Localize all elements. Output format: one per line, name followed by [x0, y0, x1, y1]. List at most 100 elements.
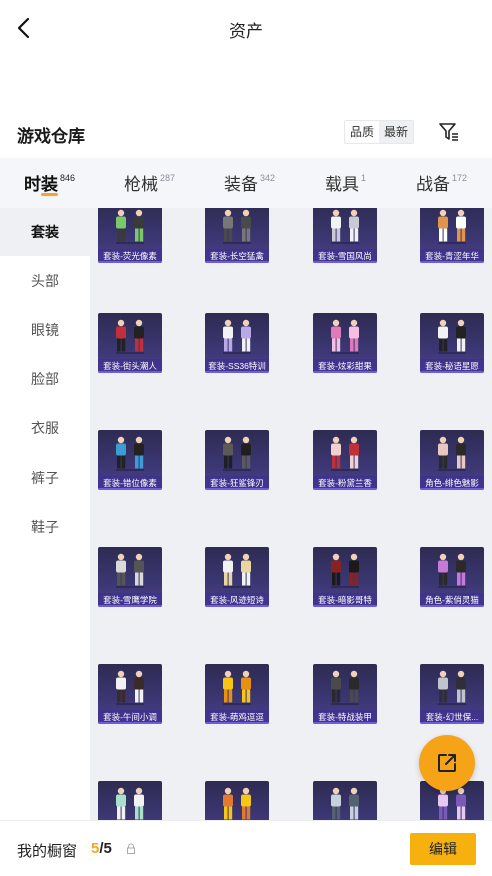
item-card[interactable]: 套装-SS36特训 — [205, 313, 269, 373]
outfit-thumbnail-icon — [331, 209, 359, 244]
item-card[interactable]: 套装-荧光像素 — [98, 208, 162, 263]
filter-icon — [439, 123, 458, 141]
filter-button[interactable] — [437, 120, 461, 144]
rarity-bar — [205, 371, 269, 373]
sidebar-item-pants[interactable]: 裤子 — [0, 454, 90, 502]
item-card[interactable]: 套装-午间小调 — [98, 664, 162, 724]
lock-icon — [127, 843, 135, 854]
tab-label: 战备 — [416, 175, 450, 194]
rarity-bar — [98, 261, 162, 263]
rarity-bar — [420, 371, 484, 373]
rarity-bar — [205, 488, 269, 490]
top-bar: 资产 — [0, 0, 492, 58]
outfit-thumbnail-icon — [223, 209, 251, 244]
rarity-bar — [420, 488, 484, 490]
showcase-label: 我的橱窗 — [17, 843, 78, 860]
tab-count: 1 — [361, 173, 367, 184]
edit-button[interactable]: 编辑 — [410, 833, 476, 865]
item-card[interactable]: 套装-错位像素 — [98, 430, 162, 490]
rarity-bar — [313, 488, 377, 490]
item-card[interactable]: 套装-暗影哥特 — [313, 547, 377, 607]
outfit-thumbnail-icon — [223, 553, 251, 588]
rarity-bar — [98, 722, 162, 724]
showcase-bar: 我的橱窗 5/5 编辑 — [0, 820, 492, 876]
outfit-thumbnail-icon — [331, 436, 359, 471]
share-button[interactable] — [419, 735, 475, 791]
outfit-thumbnail-icon — [116, 787, 144, 820]
outfit-thumbnail-icon — [223, 670, 251, 705]
item-grid: 套装-荧光像素 套装-长空猛禽 套装-雪国风尚 套装-青涩年华套装-街头潮人 套装-SS… — [90, 208, 492, 820]
outfit-thumbnail-icon — [438, 209, 466, 244]
sort-latest-option[interactable]: 最新 — [379, 121, 414, 143]
sort-toggle: 品质 最新 — [344, 120, 415, 144]
outfit-thumbnail-icon — [116, 670, 144, 705]
outfit-thumbnail-icon — [331, 553, 359, 588]
outfit-thumbnail-icon — [438, 553, 466, 588]
showcase-max: 5 — [103, 840, 112, 857]
outfit-thumbnail-icon — [116, 436, 144, 471]
tab-vehicles[interactable]: 载具 1 — [325, 170, 366, 195]
item-card[interactable] — [98, 781, 162, 820]
tab-guns[interactable]: 枪械 287 — [124, 170, 175, 195]
rarity-bar — [98, 371, 162, 373]
item-card[interactable]: 套装-长空猛禽 — [205, 208, 269, 263]
rarity-bar — [98, 605, 162, 607]
tab-fashion[interactable]: 时装 846 — [24, 170, 75, 195]
sidebar-item-shoes[interactable]: 鞋子 — [0, 503, 90, 551]
rarity-bar — [420, 722, 484, 724]
tab-label: 时装 — [24, 175, 58, 194]
item-card[interactable]: 套装-幻世保... — [420, 664, 484, 724]
outfit-thumbnail-icon — [438, 436, 466, 471]
sidebar-item-clothes[interactable]: 衣服 — [0, 404, 90, 452]
item-card[interactable]: 套装-雪鹰学院 — [98, 547, 162, 607]
outfit-thumbnail-icon — [116, 319, 144, 354]
outfit-thumbnail-icon — [331, 319, 359, 354]
tab-count: 287 — [160, 173, 176, 184]
outfit-thumbnail-icon — [116, 553, 144, 588]
tab-label: 载具 — [325, 175, 359, 194]
rarity-bar — [313, 722, 377, 724]
item-card[interactable]: 套装-秘语星愿 — [420, 313, 484, 373]
sidebar-item-outfits[interactable]: 套装 — [0, 208, 90, 256]
outfit-thumbnail-icon — [223, 787, 251, 820]
item-card[interactable]: 套装-特战装甲 — [313, 664, 377, 724]
rarity-bar — [313, 261, 377, 263]
outfit-thumbnail-icon — [331, 787, 359, 820]
page-title: 资产 — [229, 22, 263, 41]
item-card[interactable] — [205, 781, 269, 820]
rarity-bar — [205, 722, 269, 724]
rarity-bar — [313, 371, 377, 373]
warehouse-header: 游戏仓库 — [0, 112, 492, 152]
warehouse-title: 游戏仓库 — [17, 127, 85, 146]
item-card[interactable]: 套装-炫彩甜果 — [313, 313, 377, 373]
sort-quality-option[interactable]: 品质 — [345, 121, 379, 143]
outfit-thumbnail-icon — [116, 209, 144, 244]
subcategory-sidebar: 套装 头部 眼镜 脸部 衣服 裤子 鞋子 — [0, 208, 90, 820]
category-tabs: 时装 846 枪械 287 装备 342 载具 1 战备 172 — [0, 158, 492, 208]
rarity-bar — [420, 261, 484, 263]
tab-equipment[interactable]: 装备 342 — [224, 170, 275, 195]
item-card[interactable]: 套装-风迹短诗 — [205, 547, 269, 607]
sidebar-item-face[interactable]: 脸部 — [0, 355, 90, 403]
item-card[interactable]: 套装-街头潮人 — [98, 313, 162, 373]
sidebar-item-head[interactable]: 头部 — [0, 257, 90, 305]
rarity-bar — [313, 605, 377, 607]
outfit-thumbnail-icon — [438, 670, 466, 705]
rarity-bar — [205, 261, 269, 263]
item-card[interactable]: 角色-紫俏灵猫 — [420, 547, 484, 607]
tab-count: 342 — [260, 173, 276, 184]
item-card[interactable]: 套装-青涩年华 — [420, 208, 484, 263]
item-card[interactable] — [313, 781, 377, 820]
showcase-count: 5/5 — [91, 840, 112, 857]
item-card[interactable]: 套装-雪国风尚 — [313, 208, 377, 263]
outfit-thumbnail-icon — [223, 319, 251, 354]
tab-count: 846 — [60, 173, 76, 184]
item-card[interactable]: 套装-粉黛兰香 — [313, 430, 377, 490]
item-card[interactable]: 角色-绯色魅影 — [420, 430, 484, 490]
item-card[interactable]: 套装-萌鸡逗逗 — [205, 664, 269, 724]
item-card[interactable]: 套装-狂鲨锋刃 — [205, 430, 269, 490]
active-tab-indicator — [41, 193, 58, 196]
tab-supplies[interactable]: 战备 172 — [416, 170, 467, 195]
outfit-thumbnail-icon — [438, 319, 466, 354]
sidebar-item-glasses[interactable]: 眼镜 — [0, 306, 90, 354]
